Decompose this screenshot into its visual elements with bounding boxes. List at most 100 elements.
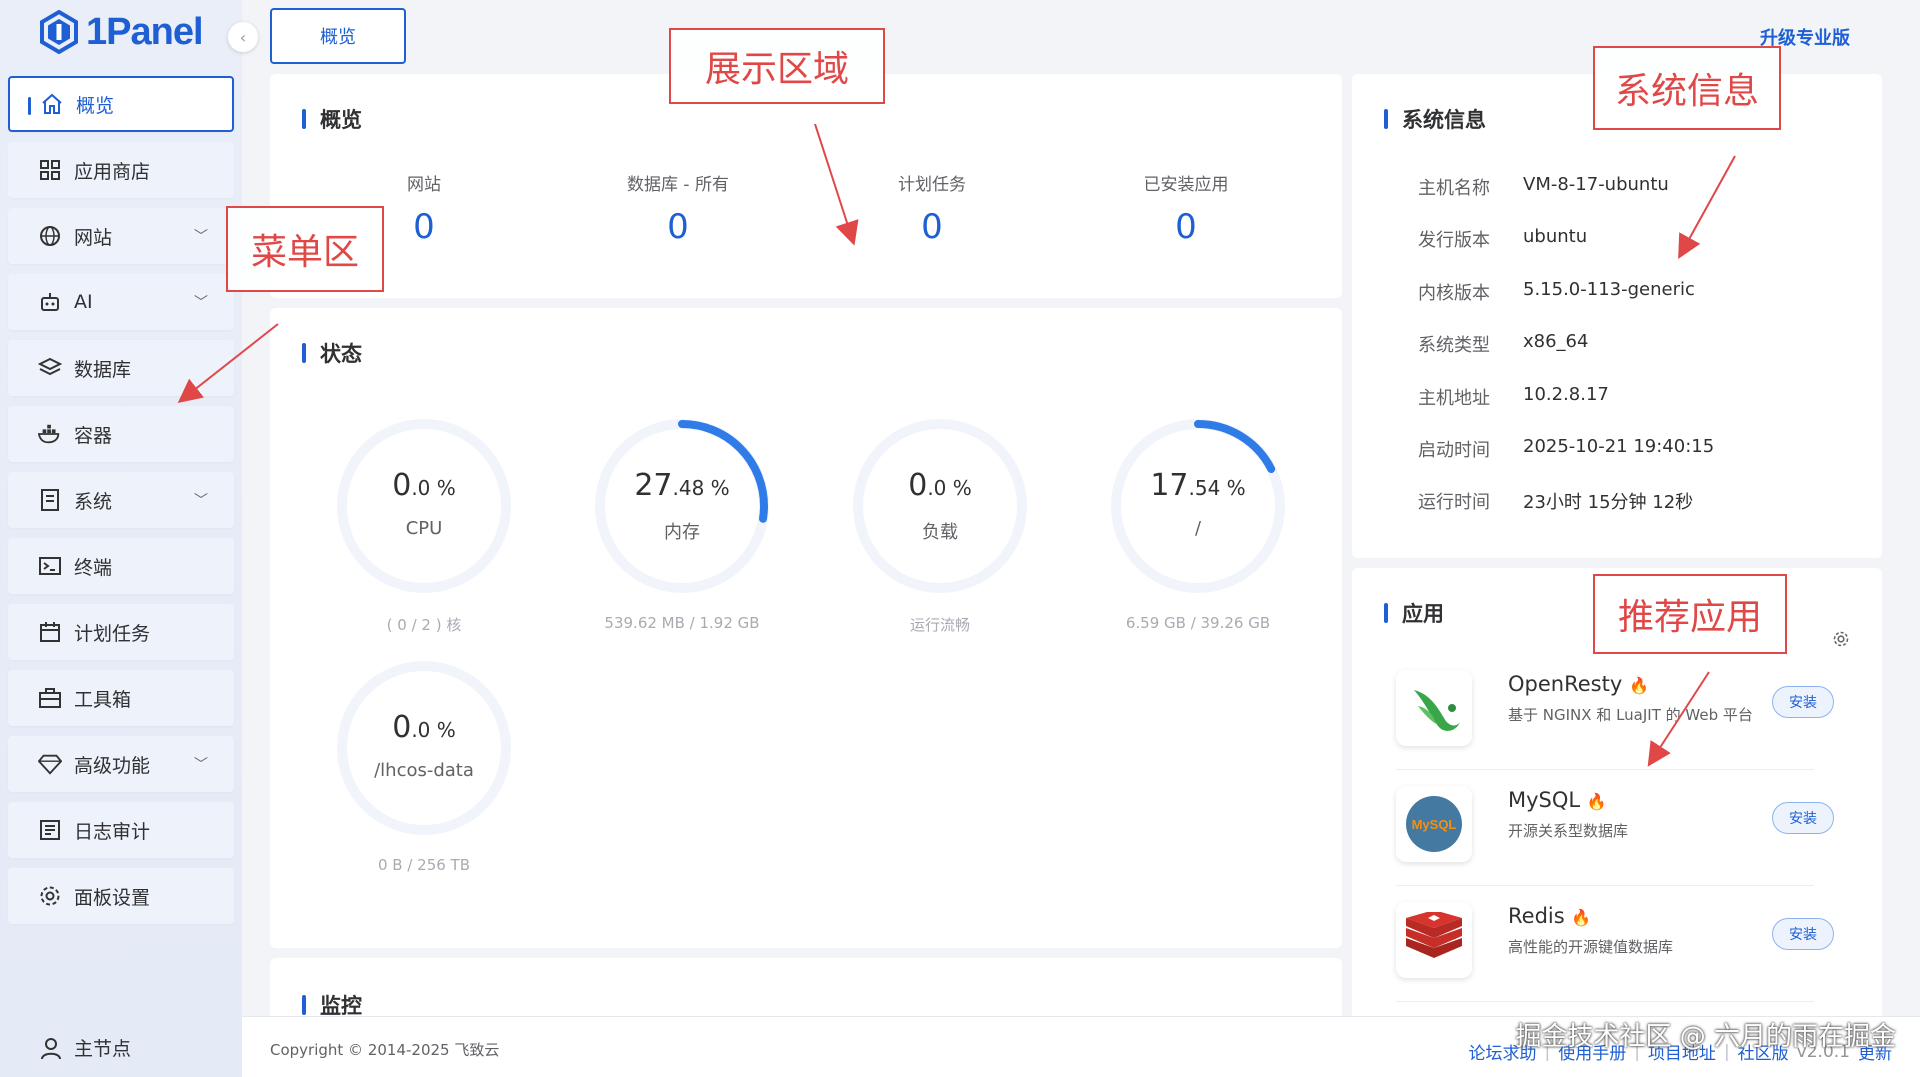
install-button[interactable]: 安装 [1772, 802, 1834, 834]
stat-cron-jobs[interactable]: 计划任务 0 [842, 170, 1022, 247]
sysinfo-row: 启动时间 2025-10-21 19:40:15 [1418, 436, 1714, 462]
sysinfo-value: ubuntu [1523, 226, 1588, 247]
fire-icon: 🔥 [1586, 792, 1607, 811]
tab-overview[interactable]: 概览 [270, 8, 406, 64]
card-title: 概览 [302, 104, 362, 134]
gauge-disk-data[interactable]: 0.0 % /lhcos-data [324, 648, 524, 848]
gauge-sub-load: 运行流畅 [909, 616, 970, 634]
chevron-down-icon: ﹀ [194, 493, 208, 509]
sidebar-item-log-audit[interactable]: 日志审计 [8, 802, 234, 858]
app-name: OpenResty 🔥 [1508, 672, 1649, 696]
stat-databases[interactable]: 数据库 - 所有 0 [588, 170, 768, 247]
stat-label: 数据库 - 所有 [627, 175, 729, 195]
collapse-sidebar-button[interactable]: ‹ [228, 22, 258, 52]
diamond-icon [38, 752, 62, 776]
node-label: 主节点 [74, 1038, 132, 1060]
globe-icon [38, 224, 62, 248]
app-row-redis[interactable]: Redis 🔥 高性能的开源键值数据库 安装 [1396, 890, 1834, 1002]
install-button[interactable]: 安装 [1772, 686, 1834, 718]
brand-logo[interactable]: 1Panel [40, 10, 204, 54]
sidebar-item-label: 应用商店 [74, 160, 151, 183]
gauge-memory[interactable]: 27.48 % 内存 [582, 406, 782, 606]
app-desc: 开源关系型数据库 [1508, 822, 1629, 840]
sidebar-item-label: 概览 [76, 94, 115, 117]
sidebar-item-label: 工具箱 [74, 688, 132, 711]
sidebar-item-label: AI [74, 291, 93, 313]
sysinfo-key: 启动时间 [1418, 440, 1490, 461]
sidebar-item-container[interactable]: 容器 [8, 406, 234, 462]
app-desc: 高性能的开源键值数据库 [1508, 938, 1674, 956]
openresty-icon [1396, 670, 1472, 746]
sysinfo-value: x86_64 [1523, 331, 1589, 352]
sidebar-item-toolbox[interactable]: 工具箱 [8, 670, 234, 726]
sysinfo-key: 内核版本 [1418, 283, 1490, 304]
system-info-card: 系统信息 主机名称 VM-8-17-ubuntu 发行版本 ubuntu 内核版本 5… [1352, 74, 1882, 558]
sidebar-menu: 概览 应用商店 网站 ﹀ AI ﹀ 数据库 容器 系统 ﹀ 终端 计划任务 工具… [8, 76, 234, 934]
install-button[interactable]: 安装 [1772, 918, 1834, 950]
annotation-display-area: 展示区域 [669, 28, 885, 104]
copyright: Copyright © 2014-2025 飞致云 [270, 1041, 500, 1059]
gear-icon [38, 884, 62, 908]
card-title: 应用 [1384, 598, 1444, 628]
sysinfo-value: VM-8-17-ubuntu [1523, 174, 1669, 195]
sidebar-item-overview[interactable]: 概览 [8, 76, 234, 132]
sidebar-item-panel-settings[interactable]: 面板设置 [8, 868, 234, 924]
card-title: 系统信息 [1384, 104, 1486, 134]
layers-icon [38, 356, 62, 380]
sidebar-item-app-store[interactable]: 应用商店 [8, 142, 234, 198]
sidebar-item-label: 终端 [74, 556, 113, 579]
stat-installed-apps[interactable]: 已安装应用 0 [1096, 170, 1276, 247]
sidebar-item-system[interactable]: 系统 ﹀ [8, 472, 234, 528]
chevron-down-icon: ﹀ [194, 757, 208, 773]
sidebar-item-terminal[interactable]: 终端 [8, 538, 234, 594]
stat-value: 0 [1175, 207, 1197, 247]
chevron-left-icon: ‹ [239, 27, 247, 47]
sidebar: 1Panel ‹ 概览 应用商店 网站 ﹀ AI ﹀ 数据库 容器 系统 ﹀ 终… [0, 0, 258, 1077]
grid-icon [38, 158, 62, 182]
sysinfo-row: 主机名称 VM-8-17-ubuntu [1418, 174, 1669, 200]
gauge-label: CPU [405, 518, 443, 539]
terminal-icon [38, 554, 62, 578]
log-icon [38, 818, 62, 842]
sidebar-item-label: 面板设置 [74, 886, 151, 909]
apps-settings-gear-icon[interactable] [1832, 630, 1850, 652]
fire-icon: 🔥 [1628, 676, 1649, 695]
sidebar-item-advanced[interactable]: 高级功能 ﹀ [8, 736, 234, 792]
sidebar-item-cron[interactable]: 计划任务 [8, 604, 234, 660]
app-row-mysql[interactable]: MySQL MySQL 🔥 开源关系型数据库 安装 [1396, 774, 1834, 886]
sidebar-item-ai[interactable]: AI ﹀ [8, 274, 234, 330]
sysinfo-key: 运行时间 [1418, 492, 1490, 513]
gauge-sub-memory: 539.62 MB / 1.92 GB [604, 614, 760, 632]
fire-icon: 🔥 [1571, 908, 1592, 927]
sidebar-item-database[interactable]: 数据库 [8, 340, 234, 396]
gauge-ring [337, 661, 511, 835]
annotation-menu-area: 菜单区 [226, 206, 384, 292]
robot-icon [38, 290, 62, 314]
status-card: 状态 0.0 % CPU ( 0 / 2 ) 核 27.48 % 内存 539.… [270, 308, 1342, 948]
sysinfo-value: 2025-10-21 19:40:15 [1523, 436, 1715, 457]
app-row-openresty[interactable]: OpenResty 🔥 基于 NGINX 和 LuaJIT 的 Web 平台 安… [1396, 658, 1834, 770]
sidebar-item-label: 日志审计 [74, 820, 151, 843]
sysinfo-value: 23小时 15分钟 12秒 [1523, 492, 1694, 513]
mysql-icon: MySQL [1396, 786, 1472, 862]
gauge-disk-root[interactable]: 17.54 % / [1098, 406, 1298, 606]
stat-value: 0 [667, 207, 689, 247]
node-selector[interactable]: 主节点 [40, 1034, 131, 1061]
sidebar-item-label: 高级功能 [74, 754, 151, 777]
gauge-sub-disk-data: 0 B / 256 TB [377, 856, 471, 874]
gauge-label: / [1194, 518, 1202, 539]
sidebar-item-website[interactable]: 网站 ﹀ [8, 208, 234, 264]
sidebar-item-label: 网站 [74, 226, 113, 249]
gauge-cpu[interactable]: 0.0 % CPU [324, 406, 524, 606]
gauge-load[interactable]: 0.0 % 负载 [840, 406, 1040, 606]
gauge-ring [853, 419, 1027, 593]
calendar-icon [38, 620, 62, 644]
sidebar-item-label: 计划任务 [74, 622, 151, 645]
home-icon [40, 92, 64, 116]
sysinfo-key: 主机名称 [1418, 178, 1490, 199]
toolbox-icon [38, 686, 62, 710]
gauge-value: 17.54 % [1150, 468, 1246, 503]
app-name: MySQL 🔥 [1508, 788, 1607, 812]
gauge-value: 27.48 % [634, 468, 730, 503]
sysinfo-row: 内核版本 5.15.0-113-generic [1418, 279, 1695, 305]
